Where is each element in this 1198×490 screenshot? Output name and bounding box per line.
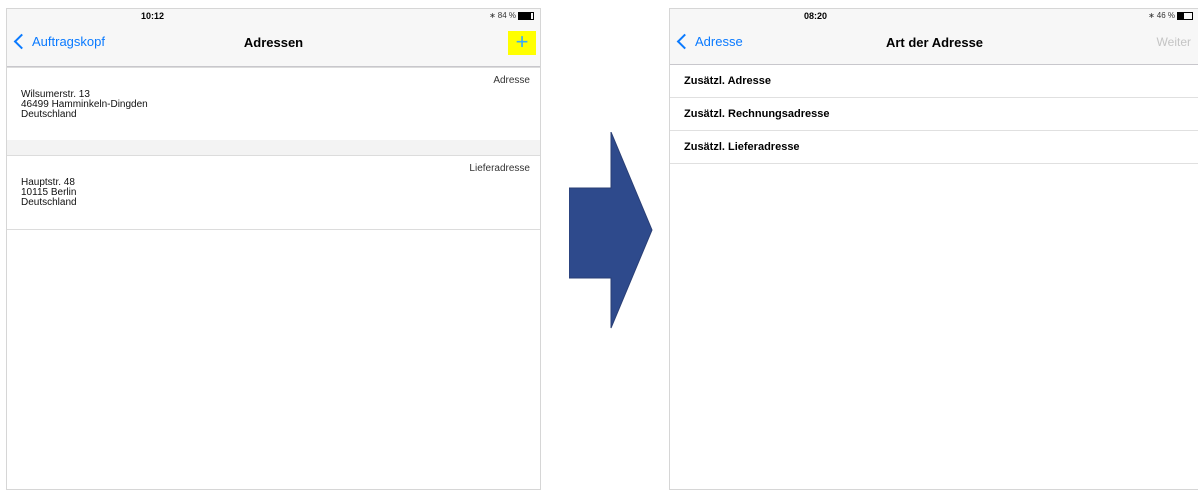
page-title: Art der Adresse	[885, 35, 984, 50]
chevron-left-icon	[13, 33, 30, 50]
nav-bar: Auftragskopf Adressen +	[7, 23, 540, 67]
list-item[interactable]: Zusätzl. Rechnungsadresse	[670, 98, 1198, 131]
battery-icon	[1177, 11, 1193, 20]
back-label: Adresse	[695, 34, 743, 49]
list-item-label: Zusätzl. Adresse	[684, 75, 772, 87]
arrow-right-icon	[569, 132, 653, 329]
address-lines: Wilsumerstr. 13 46499 Hamminkeln-Dingden…	[21, 90, 148, 120]
status-time: 10:12	[141, 11, 165, 21]
address-country: Deutschland	[21, 109, 77, 120]
back-button[interactable]: Adresse	[675, 33, 743, 50]
battery-icon	[518, 11, 534, 20]
address-type-screen: 08:20 ∗ 46 % Adresse Art der Adresse Wei…	[669, 8, 1198, 490]
next-button[interactable]: Weiter	[1157, 35, 1191, 49]
list-item[interactable]: Zusätzl. Lieferadresse	[670, 131, 1198, 164]
list-item[interactable]: Zusätzl. Adresse	[670, 65, 1198, 98]
battery-percent: 84 %	[497, 11, 516, 20]
bluetooth-icon: ∗	[489, 11, 496, 20]
address-type: Adresse	[493, 75, 530, 86]
section-gap	[7, 140, 540, 155]
bluetooth-icon: ∗	[1148, 11, 1155, 20]
address-lines: Hauptstr. 48 10115 Berlin Deutschland	[21, 178, 77, 208]
status-bar: 08:20 ∗ 46 %	[670, 9, 1198, 23]
chevron-left-icon	[676, 33, 693, 50]
status-right: ∗ 46 %	[1148, 11, 1193, 20]
add-address-button[interactable]: +	[508, 31, 536, 55]
status-right: ∗ 84 %	[489, 11, 534, 20]
address-card[interactable]: Adresse Wilsumerstr. 13 46499 Hamminkeln…	[7, 67, 540, 141]
battery-percent: 46 %	[1156, 11, 1175, 20]
back-label: Auftragskopf	[32, 34, 105, 49]
list-item-label: Zusätzl. Rechnungsadresse	[684, 108, 830, 120]
address-country: Deutschland	[21, 197, 77, 208]
status-time: 08:20	[804, 11, 828, 21]
address-type: Lieferadresse	[469, 163, 530, 174]
addresses-screen: 10:12 ∗ 84 % Auftragskopf Adressen + Adr…	[6, 8, 541, 490]
address-card[interactable]: Lieferadresse Hauptstr. 48 10115 Berlin …	[7, 155, 540, 230]
list-item-label: Zusätzl. Lieferadresse	[684, 141, 800, 153]
status-bar: 10:12 ∗ 84 %	[7, 9, 540, 23]
back-button[interactable]: Auftragskopf	[12, 33, 105, 50]
nav-bar: Adresse Art der Adresse Weiter	[670, 23, 1198, 65]
